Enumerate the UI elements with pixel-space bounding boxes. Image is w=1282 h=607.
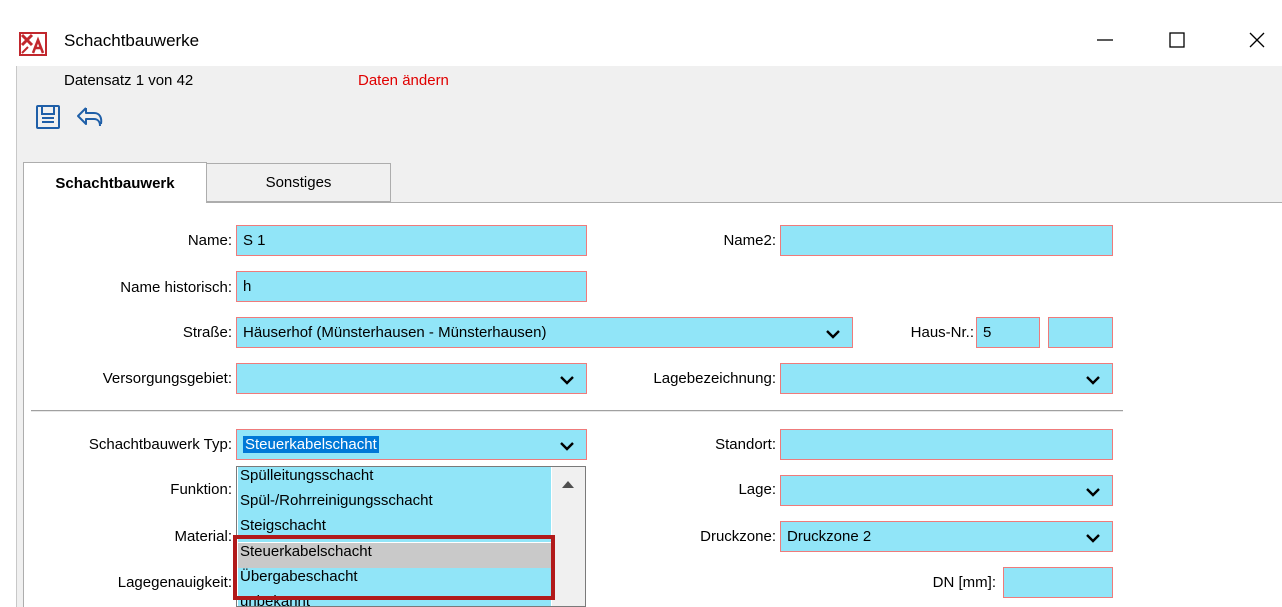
- close-button[interactable]: [1232, 22, 1282, 62]
- scroll-up-icon[interactable]: [562, 475, 574, 492]
- haus-nr-field[interactable]: 5: [976, 317, 1040, 348]
- schachtbauwerk-typ-label: Schachtbauwerk Typ:: [88, 436, 232, 453]
- dropdown-option[interactable]: Spül-/Rohrreinigungsschacht: [238, 492, 551, 517]
- save-icon: [34, 103, 62, 135]
- close-icon: [1248, 31, 1266, 53]
- strasse-value: Häuserhof (Münsterhausen - Münsterhausen…: [243, 324, 547, 341]
- chevron-down-icon: [1086, 531, 1100, 543]
- lagegenauigkeit-label: Lagegenauigkeit:: [117, 574, 232, 591]
- app-logo-icon: [19, 32, 47, 56]
- lagebezeichnung-select[interactable]: [780, 363, 1113, 394]
- versorgungsgebiet-label: Versorgungsgebiet:: [102, 370, 232, 387]
- schachtbauwerk-typ-select[interactable]: Steuerkabelschacht: [236, 429, 587, 460]
- section-divider: [31, 410, 1123, 413]
- druckzone-select[interactable]: Druckzone 2: [780, 521, 1113, 552]
- lage-select[interactable]: [780, 475, 1113, 506]
- tab-schachtbauwerk[interactable]: Schachtbauwerk: [23, 162, 207, 203]
- tab-label: Schachtbauwerk: [55, 174, 175, 192]
- edit-status: Daten ändern: [358, 72, 449, 89]
- lagebezeichnung-label: Lagebezeichnung:: [653, 370, 776, 387]
- name-historisch-field[interactable]: h: [236, 271, 587, 302]
- schachtbauwerk-typ-value: Steuerkabelschacht: [243, 436, 379, 453]
- name2-label: Name2:: [723, 232, 776, 249]
- chevron-down-icon: [1086, 373, 1100, 385]
- maximize-button[interactable]: [1152, 22, 1202, 62]
- header-panel: [16, 66, 1282, 152]
- name2-field[interactable]: [780, 225, 1113, 256]
- chevron-down-icon: [560, 373, 574, 385]
- druckzone-label: Druckzone:: [700, 528, 776, 545]
- annotation-highlight-box: [233, 535, 555, 600]
- chevron-down-icon: [1086, 485, 1100, 497]
- dropdown-option[interactable]: Spülleitungsschacht: [238, 467, 551, 492]
- undo-icon: [74, 103, 104, 135]
- standort-field[interactable]: [780, 429, 1113, 460]
- chevron-down-icon: [560, 439, 574, 451]
- material-label: Material:: [174, 528, 232, 545]
- record-info: Datensatz 1 von 42: [64, 72, 194, 89]
- name-label: Name:: [187, 232, 232, 249]
- window-title: Schachtbauwerke: [64, 31, 200, 50]
- tab-label: Sonstiges: [265, 174, 332, 191]
- name-historisch-label: Name historisch:: [120, 279, 232, 296]
- dropdown-scrollbar[interactable]: [552, 467, 585, 606]
- minimize-button[interactable]: [1080, 22, 1130, 62]
- strasse-select[interactable]: Häuserhof (Münsterhausen - Münsterhausen…: [236, 317, 853, 348]
- dn-field[interactable]: [1003, 567, 1113, 598]
- standort-label: Standort:: [715, 436, 776, 453]
- maximize-icon: [1168, 31, 1186, 53]
- haus-nr-suffix-field[interactable]: [1048, 317, 1113, 348]
- dn-label: DN [mm]:: [932, 574, 996, 591]
- funktion-label: Funktion:: [170, 481, 232, 498]
- strasse-label: Straße:: [182, 324, 232, 341]
- lage-label: Lage:: [738, 481, 776, 498]
- druckzone-value: Druckzone 2: [787, 528, 872, 545]
- chevron-down-icon: [826, 327, 840, 339]
- versorgungsgebiet-select[interactable]: [236, 363, 587, 394]
- haus-nr-label: Haus-Nr.:: [910, 324, 974, 341]
- minimize-icon: [1096, 31, 1114, 53]
- tab-sonstiges[interactable]: Sonstiges: [207, 163, 391, 202]
- save-button[interactable]: [31, 102, 65, 136]
- name-field[interactable]: S 1: [236, 225, 587, 256]
- undo-button[interactable]: [72, 102, 106, 136]
